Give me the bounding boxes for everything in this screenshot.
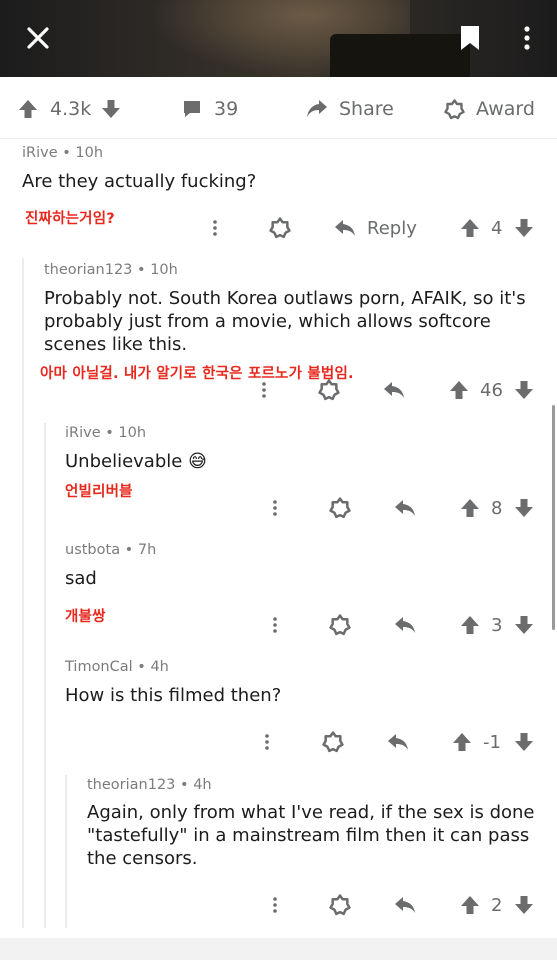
reply-icon[interactable] (383, 375, 405, 405)
comment-count: 39 (214, 98, 239, 120)
comment-body: Probably not. South Korea outlaws porn, … (44, 288, 526, 355)
reply-icon[interactable] (394, 493, 416, 523)
comment-icon (184, 101, 200, 117)
comment-score: 8 (491, 497, 503, 519)
more-options-icon[interactable] (510, 20, 544, 56)
downvote-icon[interactable] (514, 890, 534, 920)
comment-body: sad (65, 568, 97, 589)
upvote-icon[interactable] (460, 493, 480, 523)
comment-author[interactable]: ustbota (65, 542, 120, 558)
share-icon (307, 100, 327, 117)
upvote-icon[interactable] (460, 213, 480, 243)
downvote-icon[interactable] (101, 99, 121, 119)
more-options-icon[interactable] (268, 493, 282, 523)
comment-score: 4 (491, 217, 503, 239)
award-icon[interactable] (329, 493, 351, 523)
award-icon[interactable] (318, 375, 340, 405)
reply-icon (335, 220, 355, 236)
downvote-button[interactable] (101, 80, 121, 138)
scrollbar[interactable] (552, 405, 555, 630)
comment-meta: iRive • 10h (65, 425, 146, 441)
post-media-header (0, 0, 557, 77)
post-score: 4.3k (50, 98, 92, 120)
comment-actions: 3 (0, 610, 557, 640)
comment-score: 2 (491, 894, 503, 916)
meta-separator: • (120, 542, 138, 558)
comment-actions: -1 (0, 727, 557, 757)
meta-separator: • (132, 659, 151, 675)
comment-author[interactable]: iRive (22, 145, 58, 161)
upvote-icon[interactable] (18, 99, 38, 119)
comment-score: 46 (480, 379, 503, 401)
comment-meta: TimonCal • 4h (65, 659, 169, 675)
upvote-icon[interactable] (452, 727, 472, 757)
upvote-icon[interactable] (449, 375, 469, 405)
more-options-icon[interactable] (268, 890, 282, 920)
comment-author[interactable]: theorian123 (44, 262, 132, 278)
upvote-icon[interactable] (460, 890, 480, 920)
reply-icon[interactable] (394, 890, 416, 920)
award-icon (444, 98, 465, 119)
more-options-icon[interactable] (260, 727, 274, 757)
comment-age: 4h (150, 659, 169, 675)
reply-label: Reply (367, 217, 417, 239)
more-options-icon[interactable] (208, 213, 222, 243)
upvote-button[interactable] (18, 80, 38, 138)
comment-author[interactable]: TimonCal (65, 659, 133, 675)
award-button[interactable]: Award (444, 80, 535, 138)
meta-separator: • (100, 425, 119, 441)
upvote-icon[interactable] (460, 610, 480, 640)
comment-meta: iRive • 10h (22, 145, 103, 161)
reply-button[interactable]: Reply (334, 213, 417, 243)
comment-age: 10h (150, 262, 178, 278)
bottom-divider (0, 938, 557, 960)
downvote-icon[interactable] (514, 375, 534, 405)
share-label: Share (339, 98, 394, 120)
meta-separator: • (57, 145, 76, 161)
comment-score: 3 (491, 614, 503, 636)
award-icon[interactable] (329, 890, 351, 920)
award-icon[interactable] (269, 213, 291, 243)
downvote-icon[interactable] (514, 610, 534, 640)
award-label: Award (476, 98, 535, 120)
comment-actions: 46 (0, 375, 557, 405)
downvote-icon[interactable] (514, 727, 534, 757)
comment-actions: Reply 4 (0, 213, 557, 243)
comment-body: How is this filmed then? (65, 685, 282, 706)
comment-age: 10h (118, 425, 147, 441)
comment-age: 7h (137, 542, 157, 558)
comment-age: 10h (75, 145, 104, 161)
comment-meta: ustbota • 7h (65, 542, 156, 558)
reply-icon[interactable] (387, 727, 409, 757)
comment-body: Are they actually fucking? (22, 171, 257, 192)
comment-body: Unbelievable (65, 451, 183, 472)
comment-meta: theorian123 • 4h (87, 777, 212, 793)
more-options-icon[interactable] (268, 610, 282, 640)
close-icon[interactable] (20, 20, 56, 56)
comment-author[interactable]: iRive (65, 425, 101, 441)
downvote-icon[interactable] (514, 493, 534, 523)
bookmark-icon[interactable] (452, 20, 488, 56)
reply-icon[interactable] (394, 610, 416, 640)
thread-line[interactable] (22, 258, 24, 928)
post-action-bar: 4.3k 39 Share Award (0, 80, 557, 139)
comment-age: 4h (193, 777, 212, 793)
comment-body: Again, only from what I've read, if the … (87, 802, 535, 869)
award-icon[interactable] (322, 727, 344, 757)
award-icon[interactable] (329, 610, 351, 640)
share-button[interactable]: Share (306, 80, 394, 138)
comment-meta: theorian123 • 10h (44, 262, 178, 278)
comment-score: -1 (483, 731, 501, 753)
meta-separator: • (175, 777, 194, 793)
comment-actions: 2 (0, 890, 557, 920)
media-backdrop-shape (330, 34, 470, 77)
meta-separator: • (132, 262, 151, 278)
comment-author[interactable]: theorian123 (87, 777, 175, 793)
more-options-icon[interactable] (257, 375, 271, 405)
comments-button[interactable]: 39 (182, 80, 238, 138)
grinning-sweat-emoji: 😅 (188, 451, 207, 472)
comment-actions: 8 (0, 493, 557, 523)
downvote-icon[interactable] (514, 213, 534, 243)
comment-body-row: Unbelievable 😅 (65, 450, 535, 473)
